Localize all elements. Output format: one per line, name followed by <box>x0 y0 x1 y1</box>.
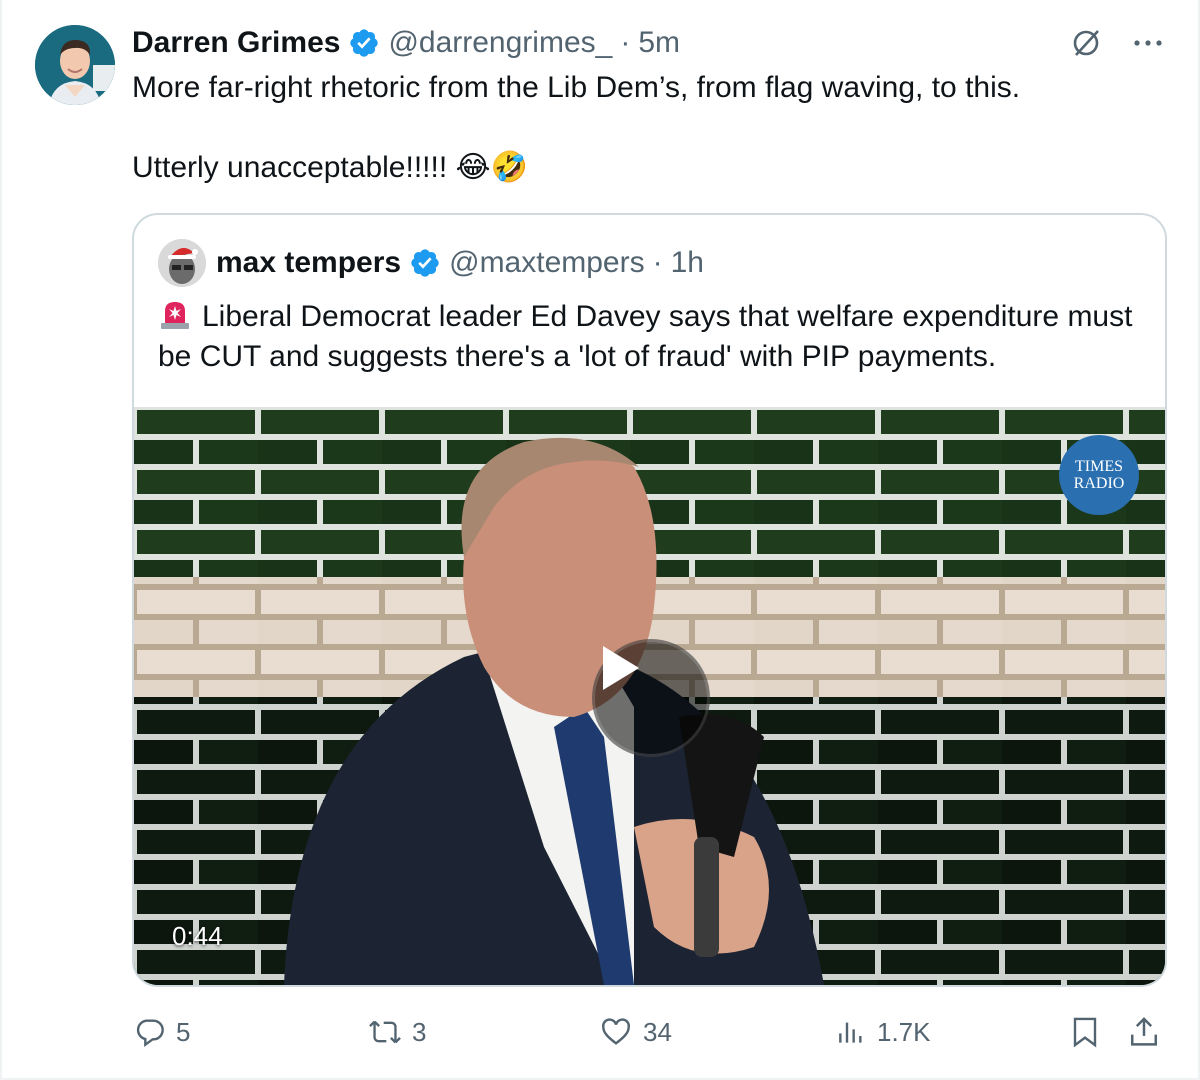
logo-line-2: RADIO <box>1073 475 1125 492</box>
quoted-text: Liberal Democrat leader Ed Davey says th… <box>158 300 1133 373</box>
quoted-author-name[interactable]: max tempers <box>216 246 401 280</box>
verified-badge-icon <box>348 27 380 59</box>
play-icon <box>603 646 639 690</box>
quoted-author-handle[interactable]: @maxtempers <box>449 246 645 280</box>
repost-button[interactable]: 3 <box>368 1010 426 1054</box>
quoted-tweet[interactable]: max tempers @maxtempers · 1h Liberal Dem… <box>132 213 1167 987</box>
quoted-text-block: Liberal Democrat leader Ed Davey says th… <box>158 297 1148 377</box>
play-button[interactable] <box>592 639 710 757</box>
tweet-header: Darren Grimes @darrengrimes_ · 5m <box>132 25 680 61</box>
author-handle[interactable]: @darrengrimes_ <box>388 26 612 60</box>
more-icon[interactable] <box>1130 25 1166 61</box>
siren-icon <box>158 297 192 331</box>
bookmark-icon <box>1073 1017 1097 1048</box>
quoted-author-avatar[interactable] <box>158 239 206 287</box>
times-radio-logo: TIMES RADIO <box>1059 435 1139 515</box>
reply-icon <box>136 1019 164 1048</box>
grok-icon[interactable] <box>1068 25 1104 61</box>
video-player[interactable]: TIMES RADIO 0:44 <box>134 407 1165 985</box>
author-avatar[interactable] <box>35 25 115 105</box>
quoted-time[interactable]: 1h <box>671 246 704 280</box>
share-icon <box>1130 1017 1158 1046</box>
logo-line-1: TIMES <box>1075 458 1123 475</box>
tweet-actions: 5 3 34 1.7K <box>132 1010 1172 1054</box>
separator-dot: · <box>652 246 663 279</box>
views-icon <box>839 1022 862 1043</box>
repost-count: 3 <box>412 1016 427 1047</box>
repost-icon <box>369 1020 401 1044</box>
bookmark-button[interactable] <box>1070 1010 1110 1054</box>
views-button[interactable]: 1.7K <box>835 1010 931 1054</box>
like-icon <box>602 1018 630 1045</box>
like-count: 34 <box>643 1016 672 1047</box>
views-count: 1.7K <box>877 1016 931 1047</box>
reply-count: 5 <box>176 1016 191 1047</box>
tweet-time[interactable]: 5m <box>638 26 680 60</box>
verified-badge-icon <box>409 247 441 279</box>
quoted-header: max tempers @maxtempers · 1h <box>216 243 704 283</box>
video-duration: 0:44 <box>172 921 223 951</box>
reply-button[interactable]: 5 <box>134 1010 190 1054</box>
like-button[interactable]: 34 <box>599 1010 672 1054</box>
tweet-text: More far-right rhetoric from the Lib Dem… <box>132 71 1021 184</box>
share-button[interactable] <box>1128 1010 1170 1054</box>
separator-dot: · <box>620 26 631 59</box>
author-name[interactable]: Darren Grimes <box>132 26 340 60</box>
tweet-top-actions <box>1068 25 1166 61</box>
